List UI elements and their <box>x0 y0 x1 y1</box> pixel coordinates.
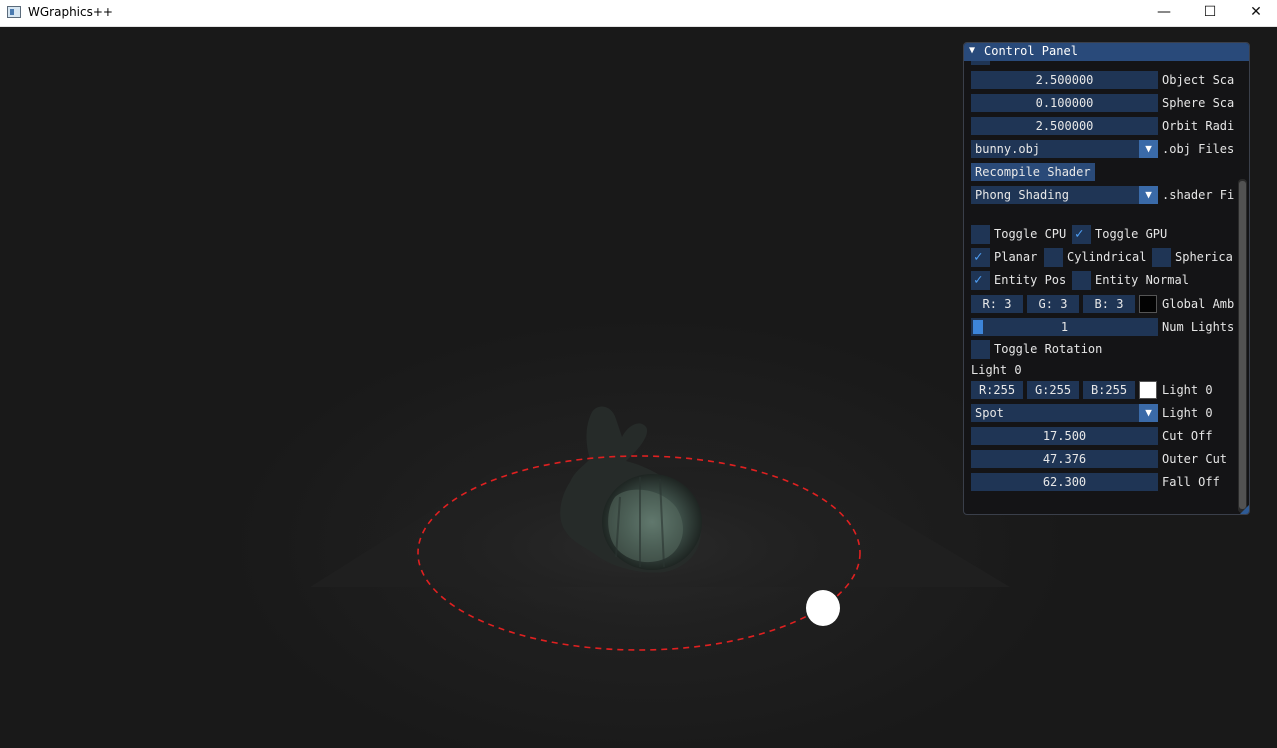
fall-off-input[interactable]: 62.300 <box>971 473 1158 491</box>
minimize-button[interactable]: — <box>1141 0 1187 26</box>
obj-files-select[interactable]: bunny.obj <box>971 140 1158 158</box>
panel-header[interactable]: ▼ Control Panel <box>964 43 1249 61</box>
spherical-label: Spherica <box>1175 250 1233 264</box>
object-scale-label: Object Sca <box>1162 73 1235 87</box>
collapse-icon[interactable]: ▼ <box>969 45 975 56</box>
resize-grip[interactable] <box>1240 505 1249 514</box>
global-ambient-color-swatch[interactable] <box>1139 295 1157 313</box>
toggle-gpu-checkbox[interactable]: ✓ <box>1072 225 1091 244</box>
sphere-scale-input[interactable]: 0.100000 <box>971 94 1158 112</box>
recompile-shader-button[interactable]: Recompile Shader <box>971 163 1095 181</box>
outer-cut-label: Outer Cut <box>1162 452 1228 466</box>
fall-off-label: Fall Off <box>1162 475 1220 489</box>
light0-g-input[interactable]: G:255 <box>1027 381 1079 399</box>
spherical-checkbox[interactable] <box>1152 248 1171 267</box>
num-lights-slider[interactable]: 1 <box>971 318 1158 336</box>
global-ambient-g-input[interactable]: G: 3 <box>1027 295 1079 313</box>
entity-pos-label: Entity Pos <box>994 273 1067 287</box>
global-ambient-b-input[interactable]: B: 3 <box>1083 295 1135 313</box>
light0-color-label: Light 0 <box>1162 383 1213 397</box>
maximize-button[interactable]: ☐ <box>1187 0 1233 26</box>
toggle-rotation-label: Toggle Rotation <box>994 342 1103 356</box>
object-scale-input[interactable]: 2.500000 <box>971 71 1158 89</box>
global-ambient-r-input[interactable]: R: 3 <box>971 295 1023 313</box>
toggle-cpu-label: Toggle CPU <box>994 227 1067 241</box>
planar-label: Planar <box>994 250 1038 264</box>
light0-type-label: Light 0 <box>1162 406 1213 420</box>
entity-normal-checkbox[interactable] <box>1072 271 1091 290</box>
check-icon: ✓ <box>974 249 983 265</box>
obj-files-label: .obj Files <box>1162 142 1235 156</box>
outer-cut-input[interactable]: 47.376 <box>971 450 1158 468</box>
close-button[interactable]: ✕ <box>1233 0 1277 26</box>
cut-off-input[interactable]: 17.500 <box>971 427 1158 445</box>
cylindrical-label: Cylindrical <box>1067 250 1147 264</box>
planar-checkbox[interactable]: ✓ <box>971 248 990 267</box>
num-lights-label: Num Lights <box>1162 320 1235 334</box>
light0-r-input[interactable]: R:255 <box>971 381 1023 399</box>
shader-files-label: .shader Fi <box>1162 188 1235 202</box>
toggle-cpu-checkbox[interactable] <box>971 225 990 244</box>
control-panel: ▼ Control Panel 2.500000 Object Sca 0.10… <box>963 42 1250 515</box>
light-sphere <box>806 590 840 626</box>
cylindrical-checkbox[interactable] <box>1044 248 1063 267</box>
entity-pos-checkbox[interactable]: ✓ <box>971 271 990 290</box>
shader-files-dropdown-icon[interactable]: ▼ <box>1139 186 1158 204</box>
light0-type-select[interactable]: Spot <box>971 404 1158 422</box>
panel-scrollbar[interactable] <box>1238 179 1247 513</box>
entity-normal-label: Entity Normal <box>1095 273 1189 287</box>
window-title: WGraphics++ <box>28 5 113 19</box>
scrolled-control-remnant <box>971 61 990 65</box>
global-ambient-label: Global Amb <box>1162 297 1235 311</box>
num-lights-value: 1 <box>1060 320 1069 334</box>
obj-files-dropdown-icon[interactable]: ▼ <box>1139 140 1158 158</box>
light0-type-dropdown-icon[interactable]: ▼ <box>1139 404 1158 422</box>
toggle-gpu-label: Toggle GPU <box>1095 227 1168 241</box>
orbit-radius-label: Orbit Radi <box>1162 119 1235 133</box>
toggle-rotation-checkbox[interactable] <box>971 340 990 359</box>
scrollbar-thumb[interactable] <box>1239 181 1246 509</box>
panel-title: Control Panel <box>984 44 1078 58</box>
window-titlebar: WGraphics++ — ☐ ✕ <box>0 0 1277 27</box>
check-icon: ✓ <box>974 272 983 288</box>
shader-files-select[interactable]: Phong Shading <box>971 186 1158 204</box>
cut-off-label: Cut Off <box>1162 429 1213 443</box>
light0-b-input[interactable]: B:255 <box>1083 381 1135 399</box>
slider-grab[interactable] <box>973 320 983 334</box>
check-icon: ✓ <box>1075 226 1084 242</box>
app-icon <box>7 6 21 18</box>
orbit-radius-input[interactable]: 2.500000 <box>971 117 1158 135</box>
light0-header: Light 0 <box>971 363 1022 377</box>
light0-color-swatch[interactable] <box>1139 381 1157 399</box>
sphere-scale-label: Sphere Sca <box>1162 96 1235 110</box>
